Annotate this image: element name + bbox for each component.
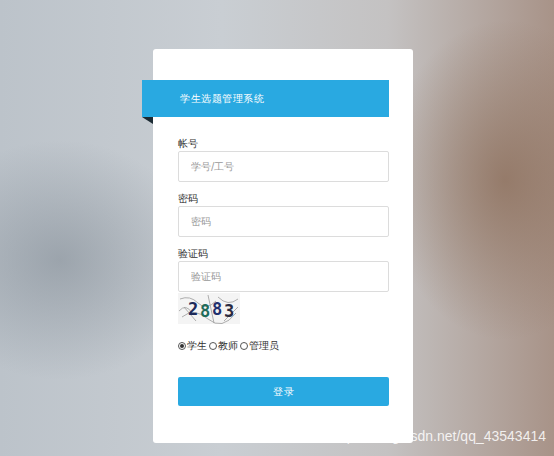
form-field: 验证码 <box>178 247 389 292</box>
title-banner: 学生选题管理系统 <box>142 80 389 117</box>
captcha-digit: 3 <box>224 301 234 321</box>
role-label: 教师 <box>218 339 238 352</box>
radio-icon[interactable] <box>209 342 217 350</box>
role-label: 学生 <box>187 339 207 352</box>
field-input[interactable] <box>178 206 389 237</box>
login-button[interactable]: 登录 <box>178 377 389 406</box>
field-input[interactable] <box>178 261 389 292</box>
field-input[interactable] <box>178 151 389 182</box>
role-option[interactable]: 学生 <box>178 339 207 352</box>
form-field: 帐号 <box>178 137 389 182</box>
system-title: 学生选题管理系统 <box>180 92 264 106</box>
ribbon-fold <box>142 117 153 124</box>
role-option[interactable]: 管理员 <box>240 339 279 352</box>
radio-icon[interactable] <box>240 342 248 350</box>
role-radio-group: 学生 教师 管理员 <box>178 339 389 352</box>
login-page: 学生选题管理系统 帐号 密码 验证码 2883 学生 教师 管理员 登录 htt… <box>0 0 554 456</box>
field-label: 帐号 <box>178 137 389 150</box>
captcha-digit: 8 <box>212 299 222 319</box>
captcha-digit: 2 <box>188 299 198 319</box>
field-label: 密码 <box>178 192 389 205</box>
radio-icon[interactable] <box>178 342 186 350</box>
captcha-ground <box>178 293 240 324</box>
captcha-noise <box>179 295 238 324</box>
radio-dot-icon <box>180 344 184 348</box>
captcha-digit: 8 <box>200 301 210 321</box>
watermark: https://blog.csdn.net/qq_43543414 <box>331 428 546 444</box>
role-option[interactable]: 教师 <box>209 339 238 352</box>
captcha-image[interactable]: 2883 <box>178 293 240 324</box>
form-field: 密码 <box>178 192 389 237</box>
field-label: 验证码 <box>178 247 389 260</box>
role-label: 管理员 <box>249 339 279 352</box>
login-card: 学生选题管理系统 帐号 密码 验证码 2883 学生 教师 管理员 登录 <box>153 49 413 443</box>
